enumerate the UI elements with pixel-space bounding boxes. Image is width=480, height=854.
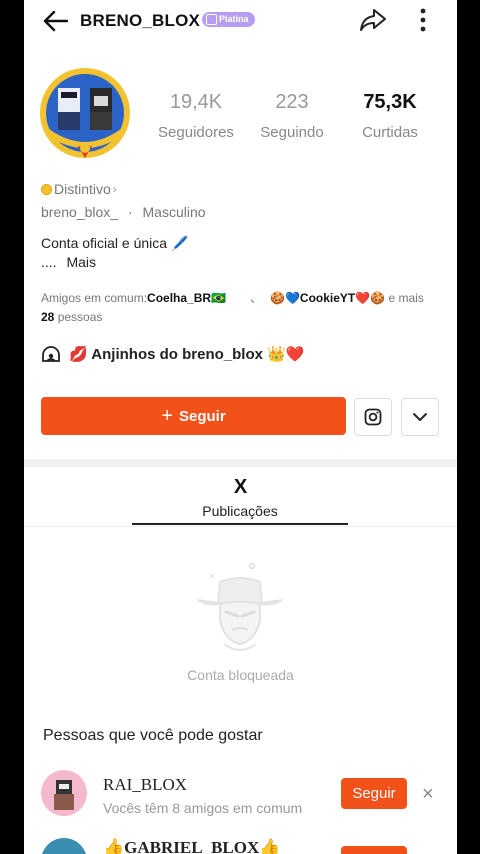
chevron-down-icon: [413, 413, 427, 421]
chevron-right-icon: ›: [112, 182, 117, 196]
bio-more-link[interactable]: .... Mais: [41, 254, 96, 270]
instagram-button[interactable]: [354, 398, 392, 436]
distinctive-icon: [41, 183, 52, 195]
suggestion-avatar-image: [54, 780, 74, 810]
bio-ellipsis: ....: [41, 254, 57, 270]
distinctive-label: Distintivo: [54, 181, 111, 197]
close-icon[interactable]: ×: [422, 783, 434, 806]
tier-badge-label: Platina: [219, 14, 249, 24]
tab-posts[interactable]: Publicações: [132, 503, 348, 519]
bio-text: Conta oficial e única 🖊️: [41, 235, 189, 251]
meta-separator: ·: [127, 204, 133, 220]
following-label[interactable]: Seguindo: [247, 124, 337, 141]
share-button[interactable]: [357, 5, 389, 35]
profile-meta: breno_blox_ · Masculino: [41, 204, 206, 220]
group-name: 💋 Anjinhos do breno_blox 👑❤️: [69, 346, 305, 363]
profile-username: BRENO_BLOX: [80, 11, 201, 30]
more-vertical-icon: [420, 8, 426, 32]
blocked-message: Conta bloqueada: [187, 667, 294, 683]
suggestion-name[interactable]: RAI_BLOX: [103, 775, 187, 795]
mutual-suffix: e mais: [385, 291, 424, 305]
suggestion-follow-button[interactable]: Seguir: [341, 778, 407, 809]
mutual-people: pessoas: [54, 310, 103, 324]
mutual-friend-2: 🍪💙CookieYT❤️🍪: [270, 291, 386, 305]
followers-count[interactable]: 19,4K: [151, 91, 241, 114]
suggestion-avatar-2[interactable]: [41, 838, 87, 854]
section-divider: [24, 459, 457, 467]
blocked-account-icon: [190, 560, 290, 656]
suggestion-follow-button-2[interactable]: Seguir: [341, 846, 407, 854]
mutual-separator: 、: [250, 291, 263, 305]
more-button[interactable]: [409, 5, 437, 35]
suggestion-name-2[interactable]: 👍GABRIEL_BLOX👍: [103, 838, 280, 854]
distinctive-link[interactable]: Distintivo ›: [41, 181, 117, 197]
tab-posts-icon[interactable]: X: [24, 476, 457, 499]
tier-badge-icon: [206, 14, 217, 25]
back-arrow-icon: [43, 10, 68, 32]
suggestion-avatar[interactable]: [41, 770, 87, 816]
tab-active-indicator: [132, 523, 348, 525]
group-icon: [42, 346, 60, 362]
more-options-dropdown[interactable]: [401, 398, 439, 436]
profile-screen: BRENO_BLOX Platina 19,4K Seguidores 223 …: [24, 0, 457, 854]
likes-count: 75,3K: [363, 91, 417, 113]
follow-button[interactable]: + Seguir: [41, 397, 346, 435]
mutual-prefix: Amigos em comum:: [41, 291, 148, 305]
followers-label[interactable]: Seguidores: [151, 124, 241, 141]
suggestion-subtitle: Vocês têm 8 amigos em comum: [103, 800, 303, 816]
group-link[interactable]: 💋 Anjinhos do breno_blox 👑❤️: [41, 345, 304, 363]
following-count[interactable]: 223: [247, 91, 337, 114]
suggestions-title: Pessoas que você pode gostar: [43, 727, 263, 744]
plus-icon: +: [161, 404, 173, 427]
profile-gender: Masculino: [142, 204, 206, 220]
tier-badge: Platina: [202, 12, 255, 27]
profile-handle: breno_blox_: [41, 204, 119, 220]
mutual-friends[interactable]: Amigos em comum:Coelha_BR🇧🇷 、 🍪💙CookieYT❤️…: [41, 289, 441, 327]
follow-label: Seguir: [179, 407, 226, 425]
tab-divider: [24, 526, 457, 527]
back-button[interactable]: [38, 6, 72, 36]
share-icon: [360, 9, 386, 31]
bio-more-label: Mais: [66, 254, 97, 270]
likes-label: Curtidas: [362, 124, 418, 141]
avatar-frame-icon: [40, 68, 130, 158]
instagram-icon: [364, 408, 382, 426]
mutual-count: 28: [41, 310, 55, 324]
mutual-friend-1: Coelha_BR🇧🇷: [147, 291, 226, 305]
avatar[interactable]: [38, 66, 134, 164]
